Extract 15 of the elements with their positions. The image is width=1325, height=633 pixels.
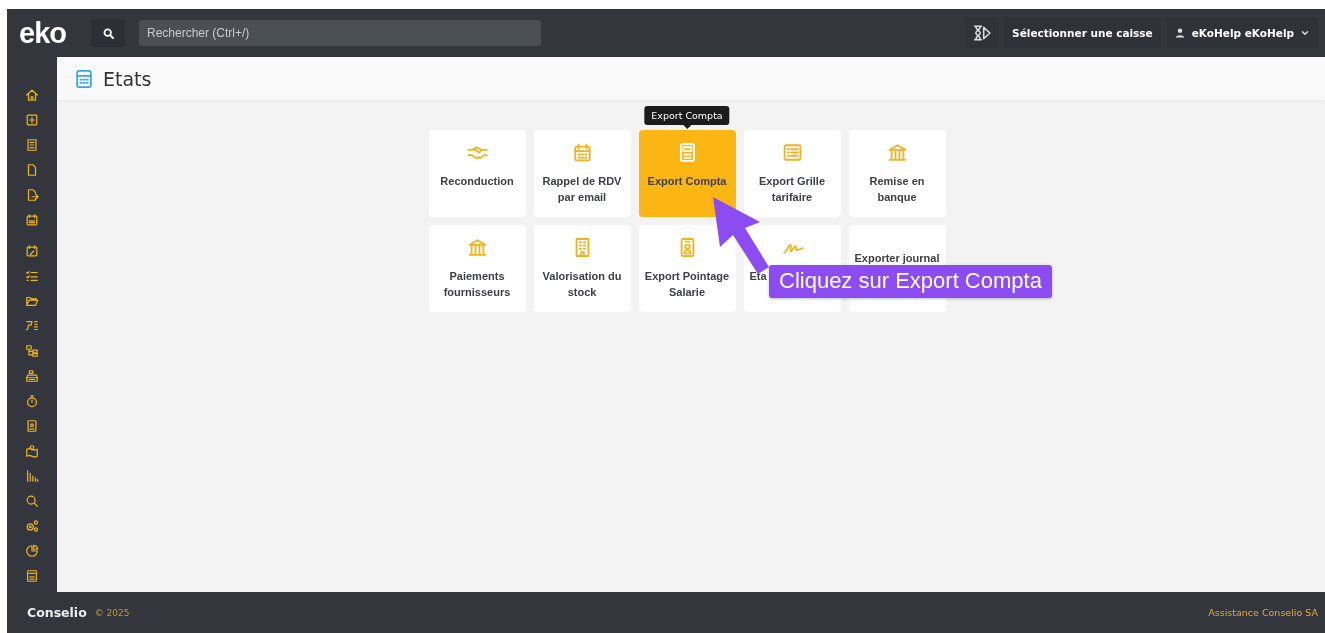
tile-label: Eta [749,269,767,284]
copyright: © 2025 [94,607,130,618]
tile-label: Valorisation du stock [541,269,623,300]
tile-label: Remise en banque [868,174,926,205]
logo: eko [19,16,67,50]
tile-label: Reconduction [440,174,514,189]
brand-name: Conselio [27,605,87,620]
tile-label: Export Grille tarifaire [758,174,826,205]
tile-label: Export Pointage Salarie [643,269,731,300]
tile-label: Paiements fournisseurs [442,269,512,300]
tile-label: Export Compta [647,174,727,189]
page-title: Etats [103,67,152,90]
guide-tooltip: Cliquez sur Export Compta [769,265,1052,298]
tile-label: Rappel de RDV par email [541,174,623,205]
tile-label: Exporter journal [854,251,940,266]
